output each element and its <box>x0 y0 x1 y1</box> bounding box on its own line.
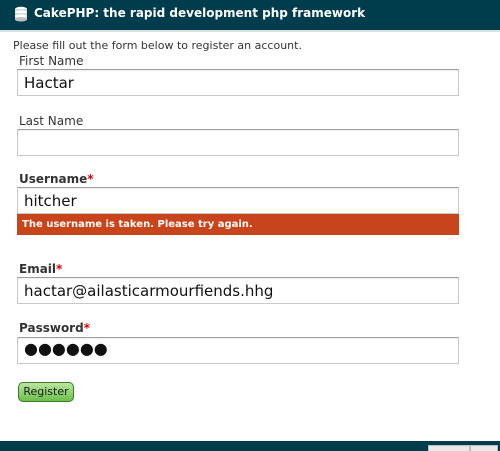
password-field[interactable]: ●●●●●● <box>17 337 459 364</box>
cake-logo-icon <box>15 6 27 22</box>
password-value: ●●●●●● <box>24 339 108 358</box>
footer-badge-secondary[interactable] <box>470 445 498 451</box>
page: CakePHP: the rapid development php frame… <box>0 0 500 451</box>
email-field[interactable]: hactar@ailasticarmourfiends.hhg <box>17 277 459 304</box>
password-label-text: Password <box>19 321 84 335</box>
register-button[interactable]: Register <box>18 382 74 402</box>
header-divider <box>0 30 500 32</box>
last-name-label: Last Name <box>19 114 84 128</box>
username-error-text: The username is taken. Please try again. <box>22 219 253 230</box>
intro-text: Please fill out the form below to regist… <box>13 39 302 52</box>
site-title[interactable]: CakePHP: the rapid development php frame… <box>34 6 365 20</box>
email-value: hactar@ailasticarmourfiends.hhg <box>24 282 274 300</box>
footer-badge[interactable] <box>428 445 470 451</box>
username-label: Username* <box>19 172 94 186</box>
site-footer <box>0 441 500 451</box>
first-name-label: First Name <box>19 54 84 68</box>
username-value: hitcher <box>24 192 77 210</box>
first-name-value: Hactar <box>24 74 74 92</box>
last-name-field[interactable] <box>17 129 459 156</box>
email-required-marker: * <box>56 262 63 276</box>
username-error-message: The username is taken. Please try again. <box>17 214 459 235</box>
first-name-field[interactable]: Hactar <box>17 69 459 96</box>
username-label-text: Username <box>19 172 88 186</box>
email-label-text: Email <box>19 262 57 276</box>
username-field[interactable]: hitcher <box>17 187 459 214</box>
site-header: CakePHP: the rapid development php frame… <box>0 0 500 30</box>
password-label: Password* <box>19 321 90 335</box>
email-label: Email* <box>19 262 62 276</box>
password-required-marker: * <box>83 321 90 335</box>
username-required-marker: * <box>87 172 94 186</box>
